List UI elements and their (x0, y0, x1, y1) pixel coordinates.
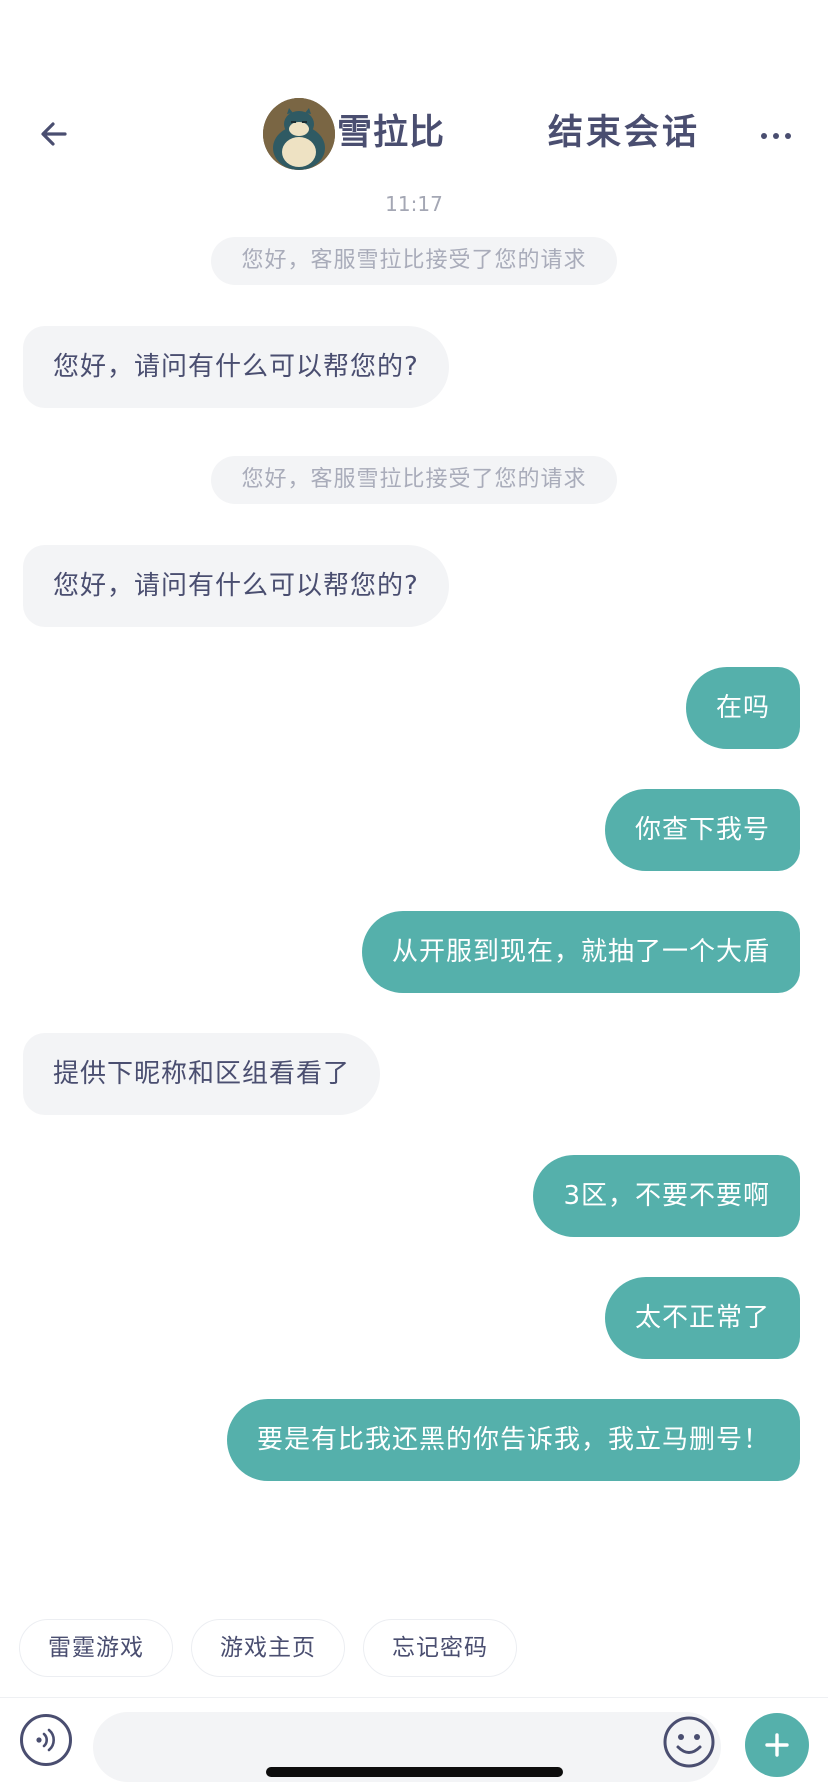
plus-icon (765, 1733, 789, 1757)
emoji-icon (663, 1716, 715, 1768)
voice-icon (36, 1728, 55, 1752)
user-message: 从开服到现在，就抽了一个大盾 (361, 911, 800, 993)
chat-header: 雪拉比 结束会话 (0, 90, 828, 180)
plus-button[interactable] (745, 1713, 809, 1777)
timestamp: 11:17 (385, 192, 443, 216)
input-bar (0, 1697, 828, 1792)
system-notice: 您好，客服雪拉比接受了您的请求 (211, 237, 617, 285)
user-message: 太不正常了 (604, 1277, 800, 1359)
user-message: 你查下我号 (604, 789, 800, 871)
agent-message: 您好，请问有什么可以帮您的? (23, 545, 449, 627)
more-button[interactable] (752, 116, 800, 156)
user-message: 在吗 (685, 667, 800, 749)
quick-reply-button[interactable]: 游戏主页 (191, 1619, 345, 1677)
agent-name: 雪拉比 (337, 113, 446, 153)
agent-message: 您好，请问有什么可以帮您的? (23, 326, 449, 408)
user-message: 要是有比我还黑的你告诉我，我立马删号！ (226, 1399, 800, 1481)
back-button[interactable] (30, 110, 78, 158)
voice-button[interactable] (20, 1714, 72, 1766)
system-notice: 您好，客服雪拉比接受了您的请求 (211, 456, 617, 504)
quick-reply-button[interactable]: 忘记密码 (363, 1619, 517, 1677)
quick-reply-button[interactable]: 雷霆游戏 (19, 1619, 173, 1677)
emoji-button[interactable] (662, 1715, 716, 1769)
end-session-button[interactable]: 结束会话 (548, 108, 700, 158)
arrow-left-icon (41, 122, 67, 146)
ellipsis-icon (761, 133, 791, 139)
quick-reply-bar: 雷霆游戏 游戏主页 忘记密码 (19, 1619, 517, 1677)
user-message: 3区，不要不要啊 (533, 1155, 800, 1237)
agent-message: 提供下昵称和区组看看了 (23, 1033, 381, 1115)
agent-avatar[interactable] (263, 98, 335, 170)
home-indicator (266, 1767, 563, 1777)
